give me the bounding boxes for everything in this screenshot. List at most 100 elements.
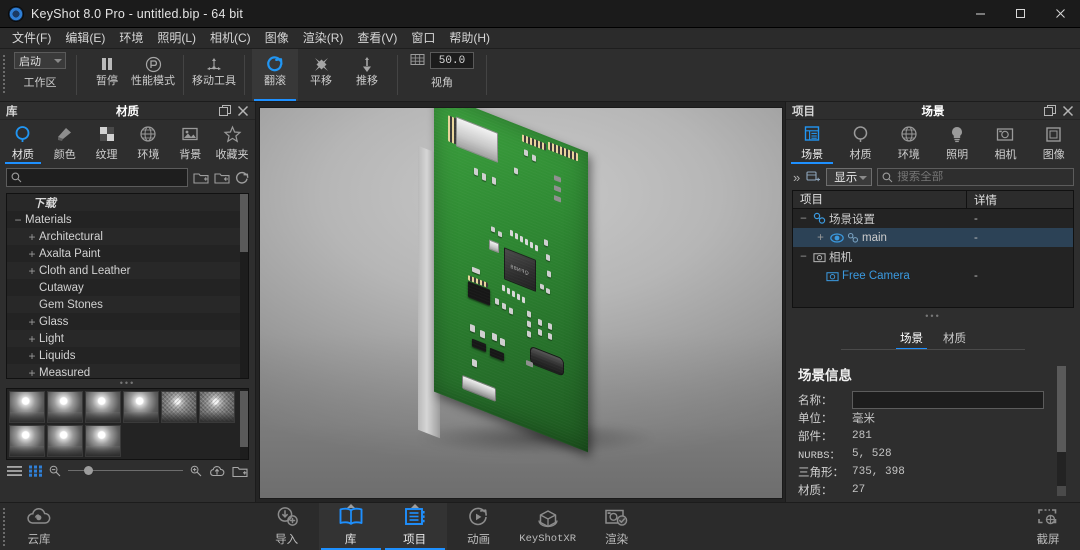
toolbar-grip[interactable] <box>0 49 8 101</box>
menu-lighting[interactable]: 照明(L) <box>150 29 203 48</box>
scene-tree-row-main[interactable]: + main - <box>793 228 1073 247</box>
folder-add-icon[interactable] <box>193 171 209 185</box>
thumbnail-size-slider[interactable] <box>68 464 183 478</box>
library-search-box[interactable] <box>6 168 188 187</box>
tree-expander[interactable]: + <box>814 232 827 244</box>
tab-environment[interactable]: 环境 <box>127 120 169 164</box>
dock-keyshotxr-button[interactable]: KeyShotXR <box>511 503 585 550</box>
refresh-icon[interactable] <box>235 171 249 185</box>
material-thumbnail[interactable] <box>85 391 121 423</box>
tree-row-architectural[interactable]: + Architectural <box>7 228 248 245</box>
tree-expander[interactable]: − <box>11 213 25 227</box>
tab-colors[interactable]: 颜色 <box>44 120 86 164</box>
folder-import-icon[interactable] <box>214 171 230 185</box>
scene-tree-row-free-camera[interactable]: Free Camera - <box>793 266 1073 285</box>
menu-image[interactable]: 图像 <box>258 29 296 48</box>
minimize-button[interactable] <box>960 0 1000 28</box>
scene-tree[interactable]: 项目 详情 − 场景设置 - + main - − 相机 Free Camera… <box>792 190 1074 308</box>
material-thumbnail[interactable] <box>123 391 159 423</box>
menu-help[interactable]: 帮助(H) <box>442 29 497 48</box>
subtab-material[interactable]: 材质 <box>939 329 970 350</box>
tree-expander[interactable]: + <box>25 349 39 363</box>
tree-row-liquids[interactable]: + Liquids <box>7 347 248 364</box>
close-icon[interactable] <box>237 105 249 117</box>
tree-row-materials[interactable]: − Materials <box>7 211 248 228</box>
menu-window[interactable]: 窗口 <box>404 29 442 48</box>
dock-project-button[interactable]: 项目 <box>382 503 447 550</box>
display-dropdown[interactable]: 显示 <box>826 168 873 186</box>
dock-render-button[interactable]: 渲染 <box>585 503 649 550</box>
tree-row-measured[interactable]: + Measured <box>7 364 248 378</box>
menu-view[interactable]: 查看(V) <box>350 29 404 48</box>
dock-import-button[interactable]: 导入 <box>255 503 319 550</box>
tree-expander[interactable]: − <box>797 213 810 225</box>
dock-animation-button[interactable]: 动画 <box>447 503 511 550</box>
menu-edit[interactable]: 编辑(E) <box>58 29 112 48</box>
tab-lighting[interactable]: 照明 <box>933 120 981 164</box>
eye-icon[interactable] <box>830 232 844 243</box>
dock-library-button[interactable]: 库 <box>318 503 383 550</box>
thumbnail-scrollbar[interactable] <box>240 389 248 459</box>
tree-row-light[interactable]: + Light <box>7 330 248 347</box>
material-thumbnail[interactable] <box>9 425 45 457</box>
menu-render[interactable]: 渲染(R) <box>296 29 351 48</box>
workspace-selector[interactable]: 启动 工作区 <box>11 49 69 101</box>
dock-grip[interactable] <box>0 503 7 550</box>
material-tree[interactable]: 下载 − Materials + Architectural + Axalta … <box>6 193 249 379</box>
column-header-detail[interactable]: 详情 <box>967 192 997 208</box>
tree-scrollbar[interactable] <box>240 194 248 378</box>
tab-environment[interactable]: 环境 <box>885 120 933 164</box>
project-splitter-handle[interactable]: ••• <box>786 312 1080 321</box>
move-tool-button[interactable]: 移动工具 <box>191 49 237 101</box>
render-viewport[interactable]: QFN88 <box>258 107 783 499</box>
tab-camera[interactable]: 相机 <box>981 120 1029 164</box>
tree-expander[interactable]: − <box>797 251 810 263</box>
panel-splitter-handle[interactable]: ••• <box>0 379 255 388</box>
tree-expander[interactable]: + <box>25 315 39 329</box>
performance-mode-button[interactable]: 性能模式 <box>130 49 176 101</box>
zoom-out-icon[interactable] <box>49 465 61 477</box>
tab-material[interactable]: 材质 <box>836 120 884 164</box>
pcb-circuit-board-model[interactable]: QFN88 <box>410 108 640 460</box>
undock-icon[interactable] <box>219 104 231 117</box>
tree-row-cutaway[interactable]: Cutaway <box>7 279 248 296</box>
tab-background[interactable]: 背景 <box>169 120 211 164</box>
tree-expander[interactable]: + <box>25 332 39 346</box>
tree-expander[interactable]: + <box>25 230 39 244</box>
pause-button[interactable]: 暂停 <box>84 49 130 101</box>
tumble-button[interactable]: 翻滚 <box>252 49 298 101</box>
zoom-in-icon[interactable] <box>190 465 202 477</box>
tab-favorites[interactable]: 收藏夹 <box>211 120 253 164</box>
library-search-input[interactable] <box>26 171 183 184</box>
close-button[interactable] <box>1040 0 1080 28</box>
chevron-right-icon[interactable]: » <box>792 170 801 185</box>
column-header-item[interactable]: 项目 <box>793 190 967 209</box>
material-thumbnail[interactable] <box>85 425 121 457</box>
list-view-icon[interactable] <box>7 465 22 477</box>
menu-camera[interactable]: 相机(C) <box>203 29 258 48</box>
project-search-input[interactable] <box>897 171 1069 183</box>
material-thumbnail[interactable] <box>47 425 83 457</box>
info-scrollbar[interactable] <box>1057 366 1066 496</box>
material-thumbnail[interactable] <box>161 391 197 423</box>
fov-input[interactable]: 50.0 <box>430 52 474 69</box>
pan-button[interactable]: 平移 <box>298 49 344 101</box>
material-thumbnail-grid[interactable] <box>6 388 249 460</box>
scene-name-input[interactable] <box>852 391 1044 409</box>
undock-icon[interactable] <box>1044 104 1056 117</box>
subtab-scene[interactable]: 场景 <box>896 329 927 350</box>
close-icon[interactable] <box>1062 105 1074 117</box>
tree-row-cloth-and-leather[interactable]: + Cloth and Leather <box>7 262 248 279</box>
tree-row-axalta-paint[interactable]: + Axalta Paint <box>7 245 248 262</box>
maximize-button[interactable] <box>1000 0 1040 28</box>
dock-screenshot-button[interactable]: 截屏 <box>1016 503 1080 550</box>
tree-row-glass[interactable]: + Glass <box>7 313 248 330</box>
scene-tree-row-scene-set[interactable]: − 场景设置 - <box>793 209 1073 228</box>
tab-image[interactable]: 图像 <box>1030 120 1078 164</box>
material-thumbnail[interactable] <box>199 391 235 423</box>
collapse-tree-icon[interactable] <box>806 170 821 184</box>
grid-view-icon[interactable] <box>29 465 42 477</box>
material-thumbnail[interactable] <box>47 391 83 423</box>
material-thumbnail[interactable] <box>9 391 45 423</box>
tree-expander[interactable]: + <box>25 247 39 261</box>
